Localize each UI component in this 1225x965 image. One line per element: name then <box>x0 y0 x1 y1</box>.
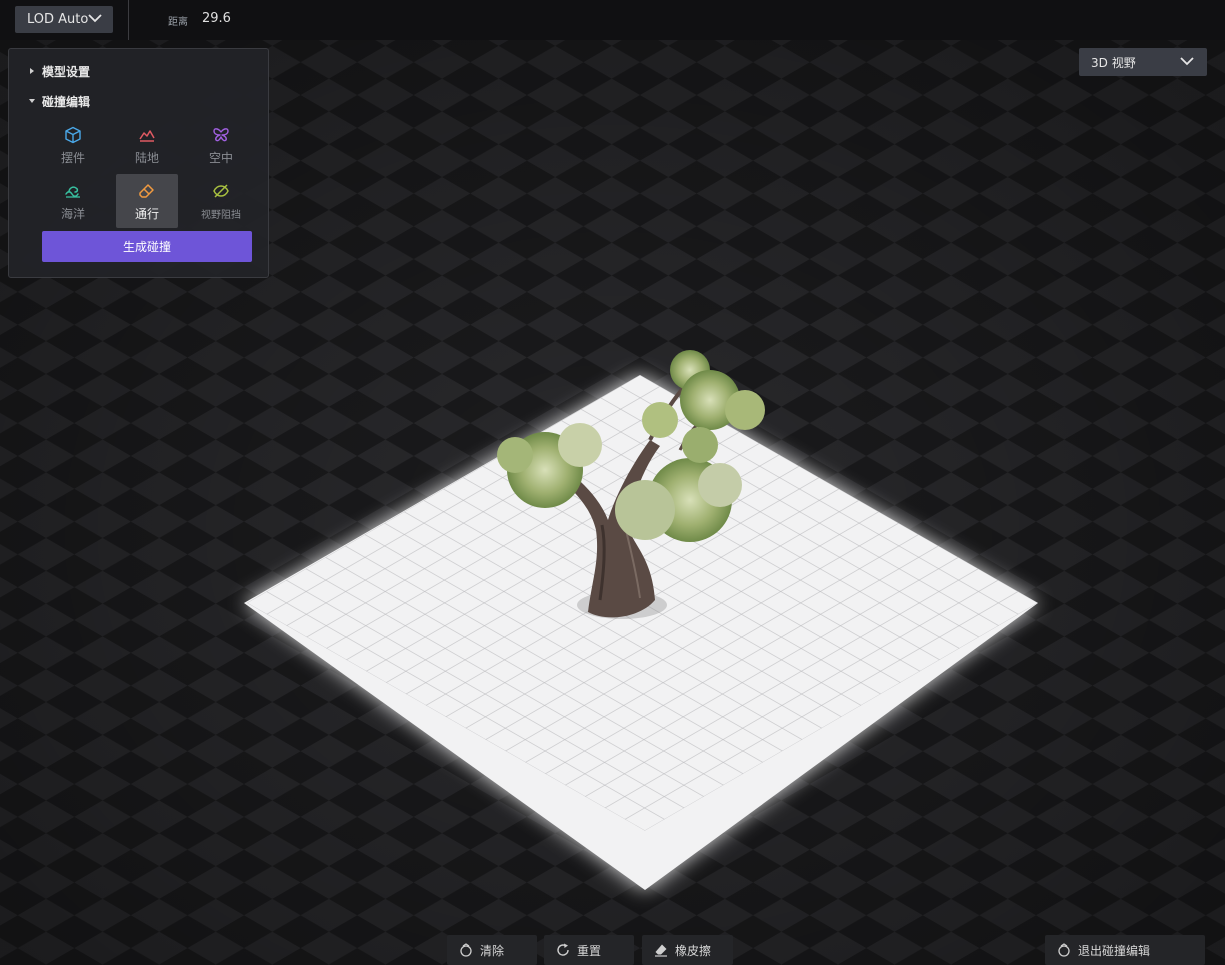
tool-pass-label: 通行 <box>134 207 159 221</box>
butterfly-icon <box>213 128 229 142</box>
terrain-icon <box>139 130 155 142</box>
cube-icon <box>65 126 81 144</box>
eraser-button[interactable]: 橡皮擦 <box>642 935 733 965</box>
tool-air[interactable]: 空中 <box>190 118 252 172</box>
tool-view-block-label: 视野阻挡 <box>201 210 241 221</box>
section-collision-edit[interactable]: 碰撞编辑 <box>27 92 90 110</box>
section-collision-edit-label: 碰撞编辑 <box>42 94 91 109</box>
eraser-label: 橡皮擦 <box>675 943 712 958</box>
collision-panel: 模型设置 碰撞编辑 摆件 陆地 空中 海洋 通行 视野阻挡 生成碰撞 <box>8 48 269 278</box>
clear-button[interactable]: 清除 <box>447 935 537 965</box>
lod-dropdown[interactable]: LOD Auto <box>15 6 113 33</box>
chevron-down-icon <box>88 14 102 23</box>
eraser-icon <box>139 184 154 198</box>
exit-collision-edit-label: 退出碰撞编辑 <box>1078 943 1151 958</box>
clear-icon <box>460 943 472 957</box>
view-mode-label: 3D 视野 <box>1091 55 1136 70</box>
distance-value: 29.6 <box>202 11 231 26</box>
tool-prop[interactable]: 摆件 <box>42 118 104 172</box>
wave-icon <box>65 186 80 198</box>
distance-label: 距离 <box>168 17 188 28</box>
tool-ocean-label: 海洋 <box>60 207 85 221</box>
section-model-settings-label: 模型设置 <box>42 64 91 79</box>
top-toolbar: LOD Auto 距离 29.6 <box>0 0 1225 40</box>
caret-right-icon <box>30 68 34 74</box>
tool-pass[interactable]: 通行 <box>116 174 178 228</box>
tool-air-label: 空中 <box>208 151 233 165</box>
tool-prop-label: 摆件 <box>60 151 85 165</box>
toolbar-divider <box>128 0 129 40</box>
refresh-icon <box>557 943 569 956</box>
clear-label: 清除 <box>480 943 505 958</box>
chevron-down-icon <box>1180 57 1194 66</box>
tool-view-block[interactable]: 视野阻挡 <box>190 174 252 228</box>
caret-down-icon <box>29 99 35 103</box>
tool-land-label: 陆地 <box>134 151 159 165</box>
reset-label: 重置 <box>577 943 602 958</box>
exit-collision-edit-button[interactable]: 退出碰撞编辑 <box>1045 935 1205 965</box>
exit-icon <box>1058 943 1070 957</box>
eraser-icon <box>655 944 667 957</box>
section-model-settings[interactable]: 模型设置 <box>27 62 90 80</box>
lod-label: LOD Auto <box>27 12 89 27</box>
reset-button[interactable]: 重置 <box>544 935 634 965</box>
tool-land[interactable]: 陆地 <box>116 118 178 172</box>
eye-off-icon <box>213 184 229 198</box>
generate-collision-button[interactable]: 生成碰撞 <box>42 231 252 262</box>
view-mode-dropdown[interactable]: 3D 视野 <box>1079 48 1207 76</box>
tool-ocean[interactable]: 海洋 <box>42 174 104 228</box>
